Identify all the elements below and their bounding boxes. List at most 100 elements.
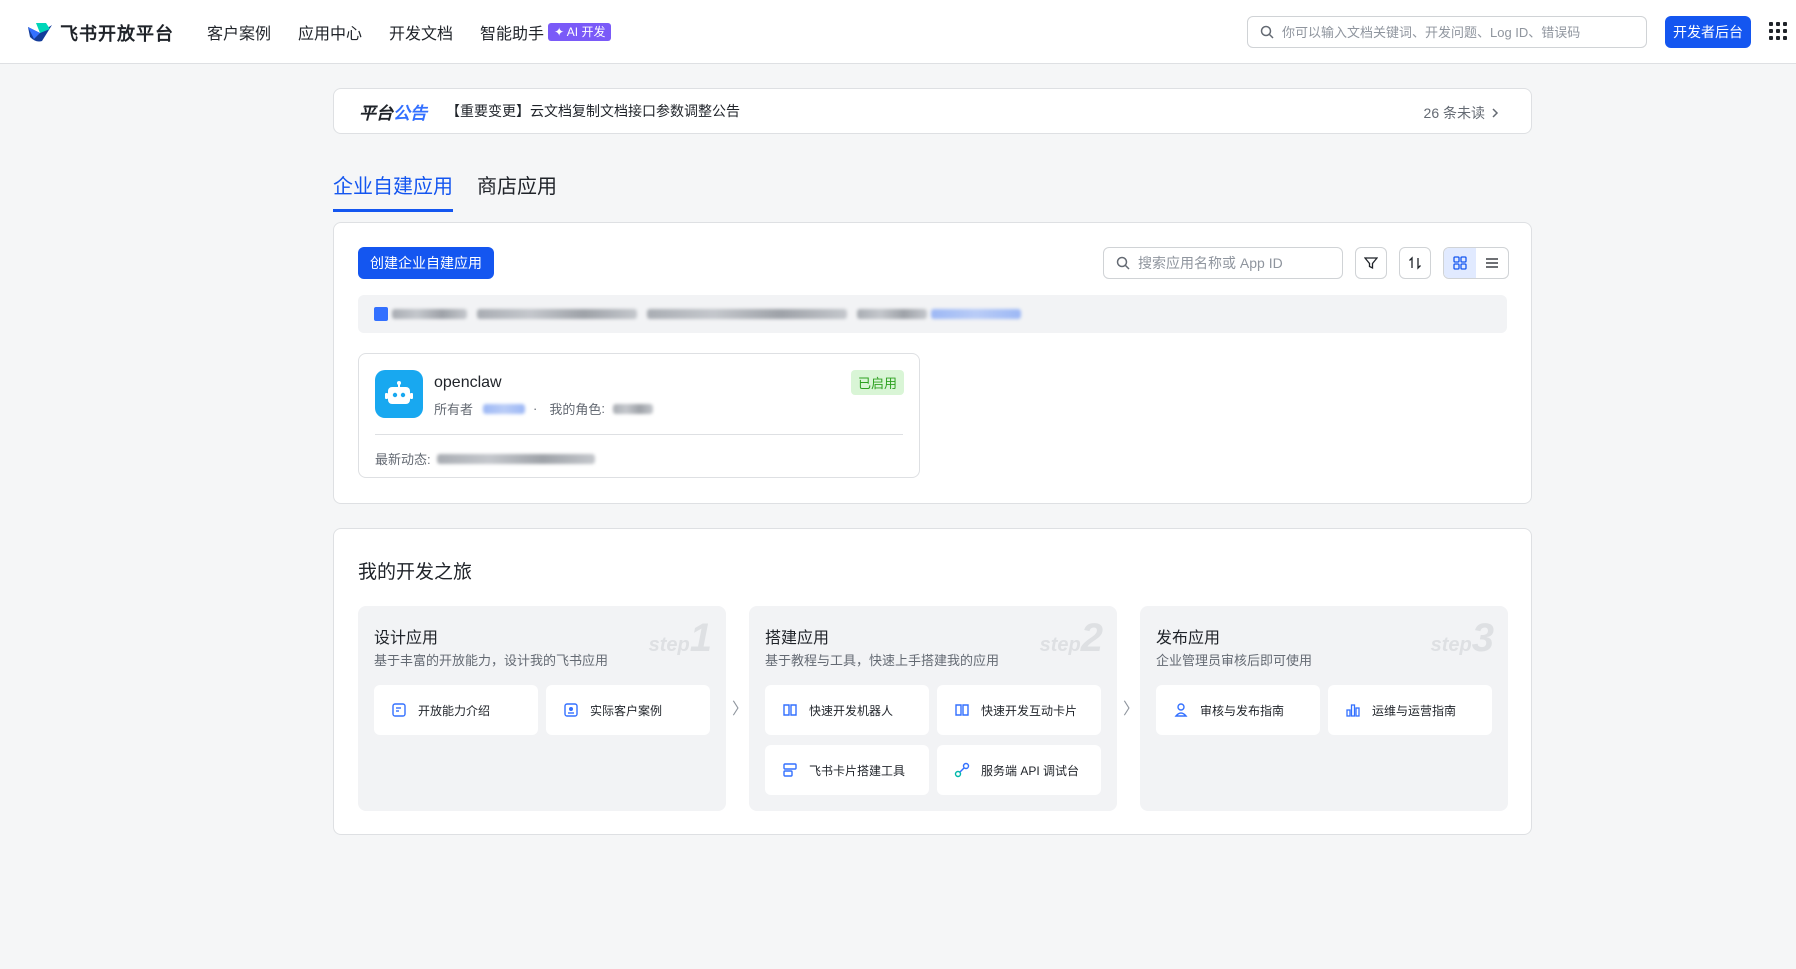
- platform-announcement[interactable]: 平台公告 【重要变更】云文档复制文档接口参数调整公告 26 条未读: [333, 88, 1532, 134]
- step-tag: step2: [1039, 616, 1103, 660]
- role-label: 我的角色: [549, 402, 602, 417]
- document-icon: [390, 701, 408, 719]
- app-name: openclaw: [434, 374, 502, 391]
- app-meta: 所有者 · 我的角色:: [434, 399, 653, 418]
- nav-dev-docs[interactable]: 开发文档: [389, 20, 453, 44]
- top-navbar: 飞书开放平台 客户案例 应用中心 开发文档 智能助手 ✦ AI 开发 开发者后台: [0, 0, 1796, 64]
- link-label: 运维与运营指南: [1372, 703, 1457, 718]
- feishu-logo-icon: [26, 21, 54, 45]
- link-label: 快速开发机器人: [809, 703, 894, 718]
- link-api-explorer[interactable]: 服务端 API 调试台: [937, 745, 1101, 795]
- nav-app-center[interactable]: 应用中心: [298, 20, 362, 44]
- link-ops-guide[interactable]: 运维与运营指南: [1328, 685, 1492, 735]
- redacted-text: [392, 309, 467, 319]
- step-publish: 发布应用 企业管理员审核后即可使用 step3 审核与发布指南 运维与运营指南: [1140, 606, 1508, 811]
- tab-enterprise-apps[interactable]: 企业自建应用: [333, 170, 453, 212]
- create-app-button[interactable]: 创建企业自建应用: [358, 247, 494, 279]
- link-card-builder[interactable]: 飞书卡片搭建工具: [765, 745, 929, 795]
- owner-label: 所有者: [434, 402, 474, 417]
- developer-console-button[interactable]: 开发者后台: [1665, 16, 1751, 48]
- step-name: 发布应用: [1156, 630, 1221, 647]
- chevron-right-icon: 〉: [1123, 701, 1140, 718]
- app-card-openclaw[interactable]: openclaw 所有者 · 我的角色: 已启用 最新动态:: [358, 353, 920, 478]
- step-desc: 企业管理员审核后即可使用: [1156, 653, 1313, 668]
- tab-store-apps[interactable]: 商店应用: [477, 170, 557, 212]
- app-search-input[interactable]: [1138, 255, 1328, 271]
- journey-title: 我的开发之旅: [358, 562, 473, 583]
- dev-journey-panel: 我的开发之旅 设计应用 基于丰富的开放能力，设计我的飞书应用 step1 开放能…: [333, 528, 1532, 835]
- link-label: 实际客户案例: [590, 703, 663, 718]
- info-notice-bar: [358, 295, 1507, 333]
- sort-icon: [1409, 256, 1421, 270]
- divider: [375, 434, 903, 435]
- chevron-right-icon: 〉: [732, 701, 749, 718]
- chart-icon: [1344, 701, 1362, 719]
- status-badge: 已启用: [850, 370, 904, 395]
- link-label: 服务端 API 调试台: [981, 763, 1080, 778]
- link-publish-guide[interactable]: 审核与发布指南: [1156, 685, 1320, 735]
- link-label: 开放能力介绍: [418, 703, 491, 718]
- user-icon: [1172, 701, 1190, 719]
- link-quick-bot[interactable]: 快速开发机器人: [765, 685, 929, 735]
- step-build: 搭建应用 基于教程与工具，快速上手搭建我的应用 step2 快速开发机器人 快速…: [749, 606, 1117, 811]
- redacted-text: [857, 309, 927, 319]
- ai-badge: ✦ AI 开发: [548, 23, 612, 41]
- card-builder-icon: [781, 761, 799, 779]
- redacted-activity: [436, 453, 595, 464]
- app-type-tabs: 企业自建应用 商店应用: [333, 170, 581, 212]
- chevron-right-icon: [1492, 108, 1499, 118]
- logo-text: 飞书开放平台: [60, 24, 174, 44]
- sort-button[interactable]: [1399, 247, 1431, 279]
- redacted-owner: [483, 403, 526, 414]
- search-icon: [1260, 25, 1274, 39]
- filter-button[interactable]: [1355, 247, 1387, 279]
- activity-label: 最新动态:: [375, 452, 431, 467]
- nav-label: 应用中心: [298, 26, 363, 43]
- main-nav: 客户案例 应用中心 开发文档 智能助手 ✦ AI 开发: [207, 0, 638, 64]
- link-customer-cases[interactable]: 实际客户案例: [546, 685, 710, 735]
- unread-link[interactable]: 26 条未读: [1424, 103, 1501, 123]
- contact-card-icon: [562, 701, 580, 719]
- app-activity: 最新动态:: [375, 449, 595, 468]
- nav-customer-cases[interactable]: 客户案例: [207, 20, 271, 44]
- link-quick-card[interactable]: 快速开发互动卡片: [937, 685, 1101, 735]
- link-label: 审核与发布指南: [1200, 703, 1285, 718]
- step-name: 设计应用: [374, 630, 439, 647]
- nav-label: 智能助手: [480, 26, 545, 43]
- unread-count: 26 条未读: [1423, 105, 1485, 121]
- step-tag: step3: [1430, 616, 1494, 660]
- apps-grid-icon[interactable]: [1769, 22, 1787, 40]
- list-view-button[interactable]: [1476, 248, 1508, 278]
- step-name: 搭建应用: [765, 630, 830, 647]
- apps-panel: 创建企业自建应用 搜索应用名称或 App ID openclaw 所有者 · 我…: [333, 222, 1532, 504]
- redacted-role: [613, 403, 653, 414]
- step-tag: step1: [648, 616, 712, 660]
- link-open-capabilities[interactable]: 开放能力介绍: [374, 685, 538, 735]
- announcement-text[interactable]: 【重要变更】云文档复制文档接口参数调整公告: [446, 101, 740, 121]
- link-label: 快速开发互动卡片: [981, 703, 1078, 718]
- doc-search-input[interactable]: [1282, 24, 1622, 40]
- book-icon: [781, 701, 799, 719]
- app-search-box[interactable]: [1103, 247, 1343, 279]
- nav-label: 客户案例: [207, 26, 272, 43]
- announcement-title: 平台公告: [359, 103, 427, 123]
- list-view-icon: [1486, 258, 1498, 268]
- filter-icon: [1364, 257, 1378, 270]
- search-icon: [1116, 256, 1130, 270]
- step-design: 设计应用 基于丰富的开放能力，设计我的飞书应用 step1 开放能力介绍 实际客…: [358, 606, 726, 811]
- doc-search-box[interactable]: [1247, 16, 1647, 48]
- view-toggle: [1443, 247, 1509, 279]
- redacted-text: [647, 309, 847, 319]
- robot-icon: [375, 370, 423, 418]
- link-label: 飞书卡片搭建工具: [809, 763, 906, 778]
- info-icon: [374, 307, 388, 321]
- redacted-text: [477, 309, 637, 319]
- step-desc: 基于教程与工具，快速上手搭建我的应用: [765, 653, 1000, 668]
- book-icon: [953, 701, 971, 719]
- nav-label: 开发文档: [389, 26, 454, 43]
- step-desc: 基于丰富的开放能力，设计我的飞书应用: [374, 653, 609, 668]
- logo[interactable]: 飞书开放平台: [26, 20, 174, 46]
- grid-view-button[interactable]: [1444, 248, 1476, 278]
- redacted-link[interactable]: [931, 309, 1021, 319]
- nav-smart-assistant[interactable]: 智能助手 ✦ AI 开发: [480, 20, 612, 44]
